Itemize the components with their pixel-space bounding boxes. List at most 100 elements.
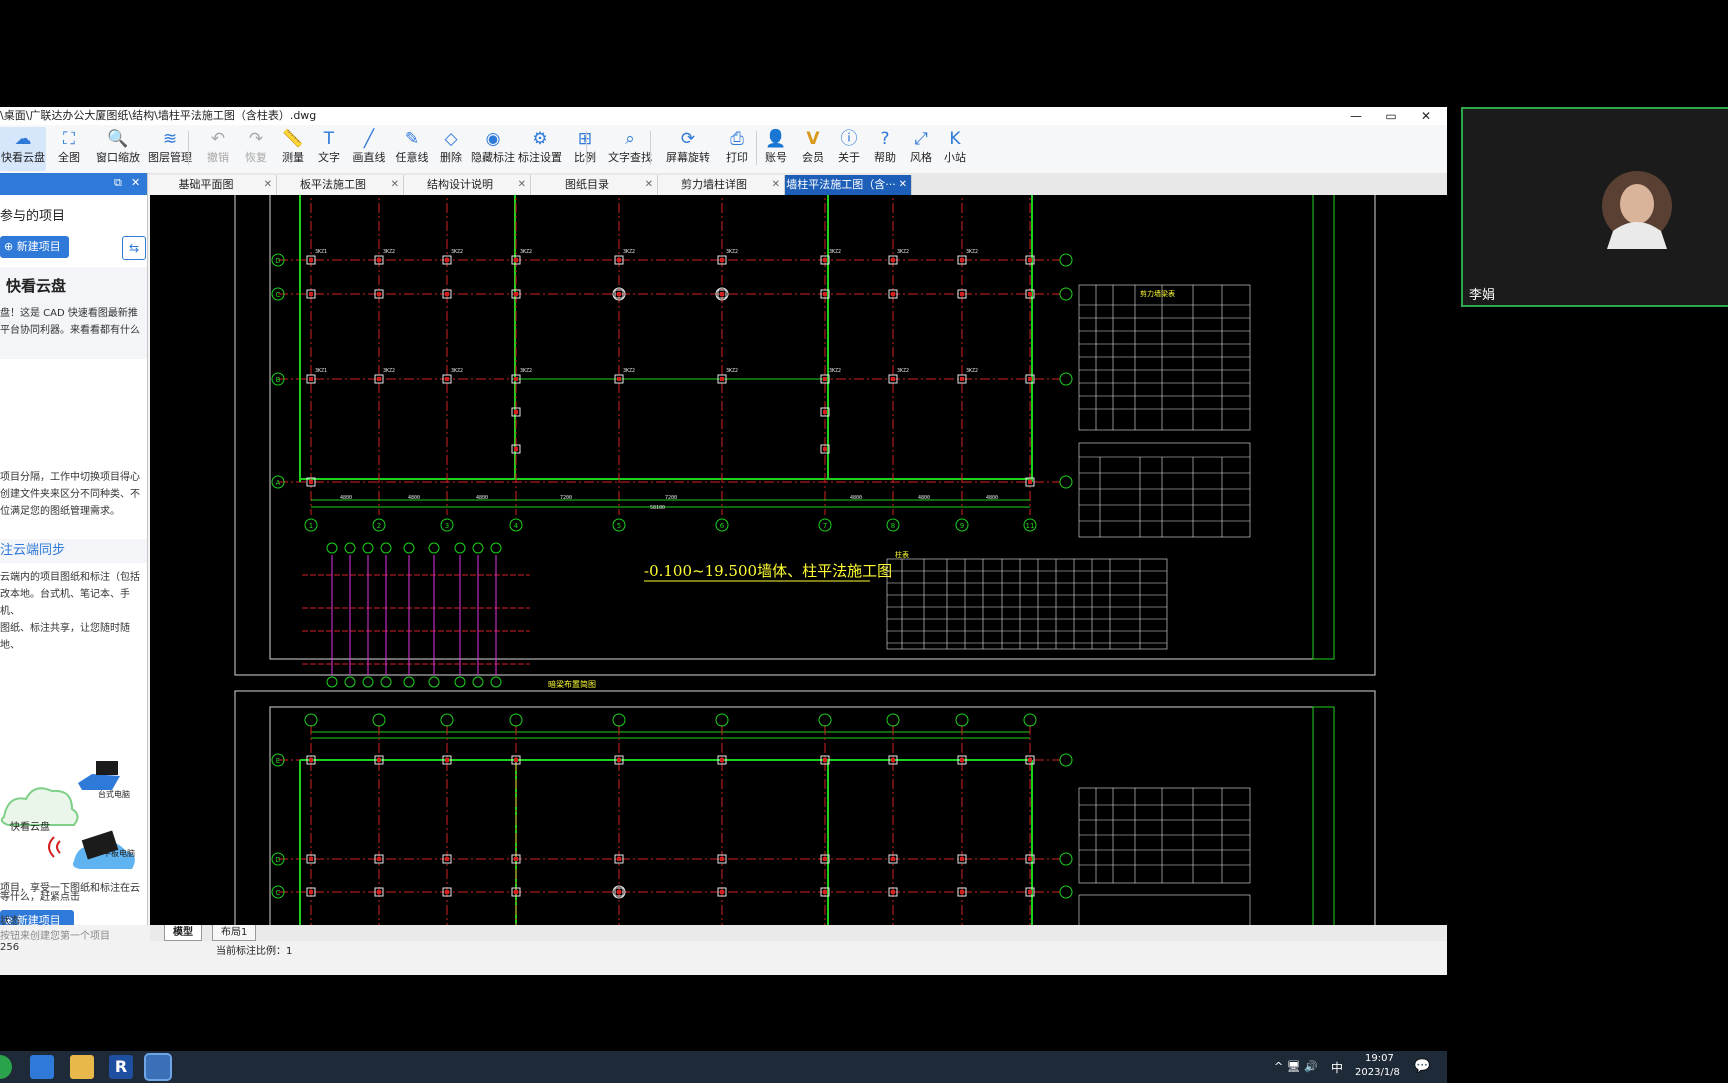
text-search-button[interactable]: ⌕ 文字查找: [604, 127, 656, 171]
tab-document[interactable]: 结构设计说明 ✕: [404, 175, 531, 195]
photos-icon[interactable]: [30, 1055, 54, 1079]
tab-model[interactable]: 模型: [164, 925, 202, 941]
toolbar-label: 文字: [318, 151, 340, 164]
plus-icon: ⊕: [4, 240, 17, 253]
title-bar: \桌面\广联达办公大厦图纸\结构\墙柱平法施工图（含柱表）.dwg — ▭ ✕: [0, 107, 1447, 125]
hide-icon: ◉: [485, 129, 501, 149]
minimize-button[interactable]: —: [1339, 107, 1373, 125]
beam-table-title: 剪力墙梁表: [1140, 289, 1175, 298]
eraser-button[interactable]: ◇ 删除: [434, 127, 468, 171]
toolbar-label: 账号: [765, 151, 787, 164]
measure-button[interactable]: 📏 测量: [276, 127, 310, 171]
tab-label: 结构设计说明: [427, 178, 493, 191]
cloud-label: 快看云盘: [10, 822, 50, 833]
hide-button[interactable]: ◉ 隐藏标注: [470, 127, 516, 171]
line-icon: ╱: [363, 129, 375, 149]
new-project-button[interactable]: ⊕ 新建项目: [0, 236, 69, 258]
account-icon: 👤: [765, 129, 787, 149]
help-button[interactable]: ? 帮助: [868, 127, 902, 171]
axis-label: D: [275, 257, 280, 265]
cad-viewer-taskbar-icon[interactable]: [144, 1053, 172, 1081]
tab-close-icon[interactable]: ✕: [899, 175, 907, 195]
sidebar-float-icon[interactable]: ⧉: [114, 176, 122, 190]
cad-drawing[interactable]: 3KZ1 3KZ2 3KZ2 3KZ2 3KZ2 3KZ2 3KZ2 3KZ2 3KZ2 3KZ…: [150, 184, 1447, 952]
line-button[interactable]: ╱ 画直线: [348, 127, 390, 171]
pen-icon: ✎: [404, 129, 420, 149]
svg-text:3KZ2: 3KZ2: [383, 368, 395, 374]
main-toolbar: ☁ 快看云盘 ⛶ 全图 🔍 窗口缩放 ≋ 图层管理 ↶ 撤销 ↷ 恢复 📏 测量 T 文字 ╱ 画直线 ✎ 任意线 ◇ 删…: [0, 125, 1447, 174]
cloud-button[interactable]: ☁ 快看云盘: [0, 127, 46, 171]
pen-button[interactable]: ✎ 任意线: [392, 127, 432, 171]
redo-button[interactable]: ↷ 恢复: [238, 127, 274, 171]
vip-icon: V: [806, 129, 820, 149]
svg-text:3KZ2: 3KZ2: [520, 249, 532, 255]
annotation-scale-status: 当前标注比例：1: [216, 946, 293, 957]
tab-document[interactable]: 剪力墙柱详图 ✕: [658, 175, 785, 195]
revit-icon[interactable]: R: [109, 1055, 133, 1079]
toolbar-label: 任意线: [395, 151, 429, 164]
restore-button[interactable]: ▭: [1374, 107, 1408, 125]
clock-date[interactable]: 2023/1/8: [1355, 1067, 1400, 1078]
card-line: 盘！这是 CAD 快速看图最新推: [0, 308, 138, 319]
fullview-icon: ⛶: [63, 129, 75, 149]
tab-document[interactable]: 板平法施工图 ✕: [277, 175, 404, 195]
k-button[interactable]: K 小站: [938, 127, 972, 171]
tab-close-icon[interactable]: ✕: [264, 175, 272, 195]
tab-document[interactable]: 图纸目录 ✕: [531, 175, 658, 195]
print-button[interactable]: ⎙ 打印: [718, 127, 756, 171]
notification-icon[interactable]: 💬: [1414, 1059, 1430, 1074]
about-button[interactable]: ⓘ 关于: [832, 127, 866, 171]
tab-close-icon[interactable]: ✕: [518, 175, 526, 195]
tab-close-icon[interactable]: ✕: [772, 175, 780, 195]
style-button[interactable]: ⤢ 风格: [904, 127, 938, 171]
scale-icon: ⊞: [577, 129, 593, 149]
zoom-window-button[interactable]: 🔍 窗口缩放: [92, 127, 144, 171]
window-title: \桌面\广联达办公大厦图纸\结构\墙柱平法施工图（含柱表）.dwg: [0, 109, 317, 122]
sidebar-close-icon[interactable]: ✕: [131, 176, 140, 189]
card-line: 平台协同利器。来看看都有什么: [0, 325, 140, 336]
toolbar-label: 全图: [58, 151, 80, 164]
text-icon: T: [323, 129, 335, 149]
svg-text:3KZ2: 3KZ2: [623, 249, 635, 255]
tab-document[interactable]: 基础平面图 ✕: [150, 175, 277, 195]
sync-icon[interactable]: ⇆: [122, 236, 146, 260]
fullview-button[interactable]: ⛶ 全图: [48, 127, 90, 171]
status-hint: 按钮来创建您第一个项目: [0, 931, 110, 942]
tab-close-icon[interactable]: ✕: [645, 175, 653, 195]
about-icon: ⓘ: [840, 129, 858, 149]
ime-indicator[interactable]: 中: [1331, 1059, 1343, 1076]
key-plan: 暗梁布置简图: [302, 542, 596, 689]
tablet-label: 平板电脑: [103, 849, 135, 858]
axis-label: 9: [960, 522, 964, 530]
svg-text:4800: 4800: [408, 495, 420, 501]
vip-button[interactable]: V 会员: [796, 127, 830, 171]
cad-drawing-canvas[interactable]: 3KZ1 3KZ2 3KZ2 3KZ2 3KZ2 3KZ2 3KZ2 3KZ2 3KZ2 3KZ…: [150, 184, 1447, 952]
axis-label: 11: [1026, 522, 1035, 530]
text-search-icon: ⌕: [625, 129, 635, 149]
account-button[interactable]: 👤 账号: [758, 127, 794, 171]
tab-document[interactable]: 墙柱平法施工图（含··· ✕: [785, 175, 912, 195]
rotate-screen-button[interactable]: ⟳ 屏幕旋转: [660, 127, 716, 171]
folder-icon[interactable]: [70, 1055, 94, 1079]
measure-icon: 📏: [282, 129, 304, 149]
undo-button[interactable]: ↶ 撤销: [200, 127, 236, 171]
tab-layout1[interactable]: 布局1: [212, 925, 257, 941]
system-tray-icons[interactable]: ^ 🖥 🔊: [1274, 1060, 1318, 1073]
annotation-settings-button[interactable]: ⚙ 标注设置: [516, 127, 564, 171]
clock-time[interactable]: 19:07: [1365, 1053, 1394, 1064]
sidebar-title: 参与的项目: [0, 209, 66, 224]
column-table: [886, 558, 1168, 650]
close-button[interactable]: ✕: [1409, 107, 1443, 125]
tab-close-icon[interactable]: ✕: [391, 175, 399, 195]
scale-button[interactable]: ⊞ 比例: [568, 127, 602, 171]
tab-label: 基础平面图: [178, 178, 234, 191]
svg-text:3KZ2: 3KZ2: [897, 368, 909, 374]
help-icon: ?: [880, 129, 890, 149]
edge-icon[interactable]: [0, 1055, 12, 1079]
svg-text:4800: 4800: [986, 495, 998, 501]
desktop-label: 台式电脑: [98, 790, 130, 799]
wall-table: [1078, 442, 1251, 538]
toolbar-label: 画直线: [352, 151, 386, 164]
windows-taskbar: R ^ 🖥 🔊 中 19:07 2023/1/8 💬: [0, 1051, 1447, 1083]
text-button[interactable]: T 文字: [312, 127, 346, 171]
